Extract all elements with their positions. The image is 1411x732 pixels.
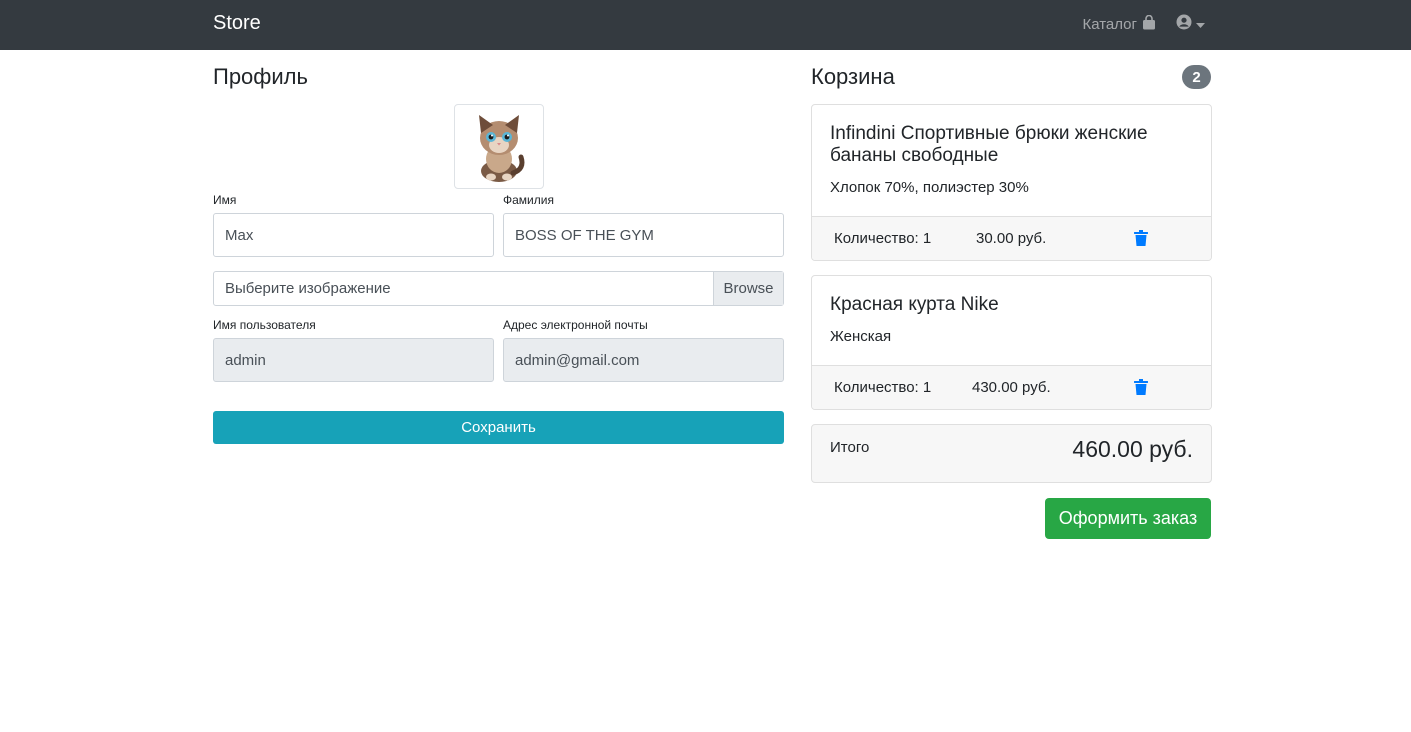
cart-item-name: Красная курта Nike [830,294,999,315]
shopping-bag-icon [1142,14,1156,34]
browse-button[interactable]: Browse [713,272,783,305]
navbar-right: Каталог [1082,14,1205,34]
cart-item: Infindini Спортивные брюки женские банан… [811,104,1212,261]
user-circle-icon [1176,14,1192,34]
cart-count-badge: 2 [1182,65,1211,89]
total-value: 460.00 руб. [1072,436,1193,462]
email-label: Адрес электронной почты [503,318,648,332]
chevron-down-icon [1196,16,1205,33]
catalog-label: Каталог [1082,15,1137,33]
cart-item: Красная курта Nike Женская Количество: 1… [811,275,1212,410]
cart-item-description: Женская [830,328,892,345]
first-name-label: Имя [213,193,237,207]
username-input: admin [213,338,494,382]
profile-title: Профиль [213,64,308,89]
file-placeholder: Выберите изображение [225,280,391,297]
cart-total: Итого 460.00 руб. [811,424,1212,483]
cart-title: Корзина [811,64,895,89]
avatar [454,104,544,189]
cart-item-quantity: Количество: 1 [834,230,932,247]
last-name-label: Фамилия [503,193,554,207]
cart-item-footer: Количество: 1 430.00 руб. [812,365,1211,409]
save-button[interactable]: Сохранить [213,411,784,444]
checkout-button[interactable]: Оформить заказ [1045,498,1211,539]
username-label: Имя пользователя [213,318,316,332]
brand-link[interactable]: Store [213,12,261,35]
navbar: Store Каталог [0,0,1411,50]
trash-icon[interactable] [1134,379,1148,399]
catalog-link[interactable]: Каталог [1082,14,1156,34]
cart-item-footer: Количество: 1 30.00 руб. [812,216,1211,260]
cart-item-price: 430.00 руб. [972,379,1051,396]
email-input: admin@gmail.com [503,338,784,382]
user-dropdown[interactable] [1176,14,1205,34]
cart-item-quantity: Количество: 1 [834,379,932,396]
cart-item-name: Infindini Спортивные брюки женские банан… [830,123,1148,166]
image-file-input[interactable]: Выберите изображение Browse [213,271,784,306]
cart-item-price: 30.00 руб. [976,230,1047,247]
cat-avatar-image [479,114,525,182]
trash-icon[interactable] [1134,230,1148,250]
first-name-input[interactable]: Max [213,213,494,257]
last-name-input[interactable]: BOSS OF THE GYM [503,213,784,257]
cart-item-description: Хлопок 70%, полиэстер 30% [830,179,1029,196]
total-label: Итого [830,439,870,456]
